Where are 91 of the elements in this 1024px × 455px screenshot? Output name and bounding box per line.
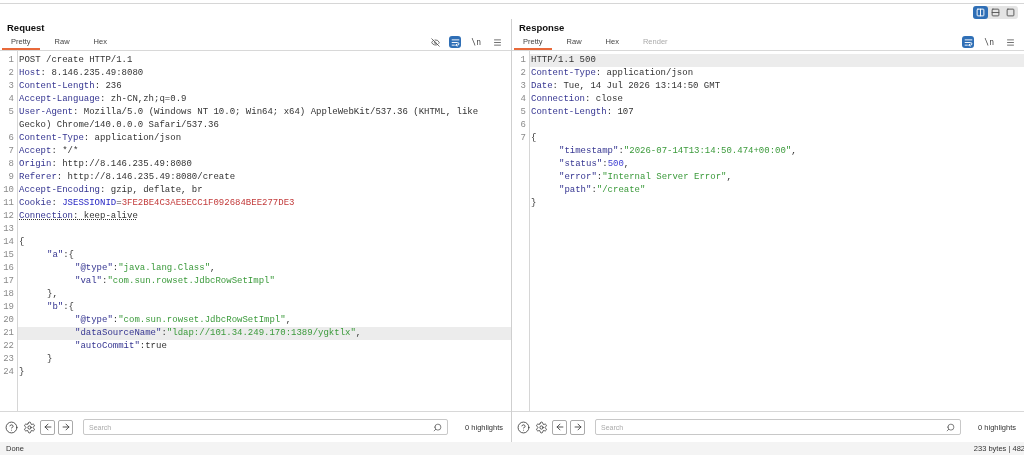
line-number: 3: [7, 80, 14, 93]
line-number: 14: [2, 236, 14, 249]
line-number: 10: [2, 184, 14, 197]
code-line: "a":{: [47, 249, 74, 262]
menu-icon[interactable]: [1004, 36, 1016, 48]
settings-icon[interactable]: [534, 419, 549, 435]
layout-button[interactable]: [1003, 6, 1018, 19]
back-button[interactable]: [40, 419, 55, 435]
line-number: 19: [2, 301, 14, 314]
line-number: 15: [2, 249, 14, 262]
code-line: Connection: keep-alive: [19, 210, 138, 223]
code-line: "val":"com.sun.rowset.JdbcRowSetImpl": [75, 275, 275, 288]
line-number: 6: [519, 119, 526, 132]
code-line: User-Agent: Mozilla/5.0 (Windows NT 10.0; Win64; x64) AppleWebKit/537.36 (KHTML, like Gecko) Chrome/140.0.0.0 Safari/537.36: [19, 106, 480, 132]
line-number: 8: [7, 158, 14, 171]
menu-icon[interactable]: [491, 36, 503, 48]
code-line: "timestamp":"2026-07-14T13:14:50.474+00:00",: [559, 145, 797, 158]
forward-button[interactable]: [570, 419, 585, 435]
search-icon: [946, 423, 956, 432]
panel-title: Request: [7, 21, 45, 33]
eye-off-icon[interactable]: [429, 36, 442, 48]
code-line: POST /create HTTP/1.1: [19, 54, 133, 67]
code-line: Accept-Language: zh-CN,zh;q=0.9: [19, 93, 187, 106]
code-line: HTTP/1.1 500: [531, 54, 596, 67]
line-number: 22: [2, 340, 14, 353]
wrap-text-icon[interactable]: [449, 36, 462, 48]
line-number: 1: [7, 54, 14, 67]
line-number: 13: [2, 223, 14, 236]
line-number: 5: [519, 106, 526, 119]
line-number: 2: [7, 67, 14, 80]
forward-button[interactable]: [58, 419, 73, 435]
line-number: 17: [2, 275, 14, 288]
back-button[interactable]: [552, 419, 567, 435]
line-number: 1: [519, 54, 526, 67]
line-number: 11: [2, 197, 14, 210]
code-line: "autoCommit":true: [75, 340, 167, 353]
code-line: "dataSourceName":"ldap://101.34.249.170:1389/ygktlx",: [75, 327, 362, 340]
wrap-text-icon[interactable]: [962, 36, 975, 48]
code-line: Content-Length: 107: [531, 106, 634, 119]
line-number: 12: [2, 210, 14, 223]
line-number: 20: [2, 314, 14, 327]
code-line: Content-Type: application/json: [531, 67, 694, 80]
line-number: 21: [2, 327, 14, 340]
help-icon[interactable]: [516, 419, 531, 435]
line-number: 24: [2, 366, 14, 379]
code-line: Date: Tue, 14 Jul 2026 13:14:50 GMT: [531, 80, 721, 93]
code-line: Host: 8.146.235.49:8080: [19, 67, 144, 80]
line-number: 4: [519, 93, 526, 106]
code-line: "b":{: [47, 301, 74, 314]
line-number: 16: [2, 262, 14, 275]
left-arrow-icon: [554, 422, 565, 432]
code-line: Cookie: JSESSIONID=3FE2BE4C3AE5ECC1F092684BEE277DE3: [19, 197, 295, 210]
line-number: 5: [7, 106, 14, 119]
settings-icon[interactable]: [22, 419, 37, 435]
layout-button[interactable]: [973, 6, 988, 19]
line-number: 23: [2, 353, 14, 366]
code-line: },: [47, 288, 58, 301]
line-number: 3: [519, 80, 526, 93]
code-line: Referer: http://8.146.235.49:8080/create: [19, 171, 236, 184]
line-number: 2: [519, 67, 526, 80]
code-line: Origin: http://8.146.235.49:8080: [19, 158, 192, 171]
line-number: 7: [519, 132, 526, 145]
right-arrow-icon: [572, 422, 583, 432]
layout-button[interactable]: [988, 6, 1003, 19]
left-arrow-icon: [42, 422, 53, 432]
code-line: "status":500,: [559, 158, 630, 171]
code-line: }: [19, 366, 25, 379]
code-line: "@type":"com.sun.rowset.JdbcRowSetImpl",: [75, 314, 292, 327]
code-line: Connection: close: [531, 93, 623, 106]
right-arrow-icon: [60, 422, 71, 432]
code-line: }: [531, 197, 537, 210]
code-line: Content-Length: 236: [19, 80, 122, 93]
line-number: 7: [7, 145, 14, 158]
newline-toggle[interactable]: \n: [984, 37, 994, 47]
line-number: 4: [7, 93, 14, 106]
code-line: }: [47, 353, 53, 366]
code-line: "path":"/create": [559, 184, 646, 197]
code-line: "@type":"java.lang.Class",: [75, 262, 216, 275]
line-number: 9: [7, 171, 14, 184]
newline-toggle[interactable]: \n: [471, 37, 481, 47]
code-line: Accept-Encoding: gzip, deflate, br: [19, 184, 203, 197]
line-number: 6: [7, 132, 14, 145]
code-line: Accept: */*: [19, 145, 79, 158]
code-line: {: [19, 236, 25, 249]
code-line: Content-Type: application/json: [19, 132, 182, 145]
search-icon: [433, 423, 443, 432]
panel-title: Response: [519, 21, 565, 33]
code-line: {: [531, 132, 537, 145]
code-line: "error":"Internal Server Error",: [559, 171, 732, 184]
line-number: 18: [2, 288, 14, 301]
help-icon[interactable]: [4, 419, 19, 435]
